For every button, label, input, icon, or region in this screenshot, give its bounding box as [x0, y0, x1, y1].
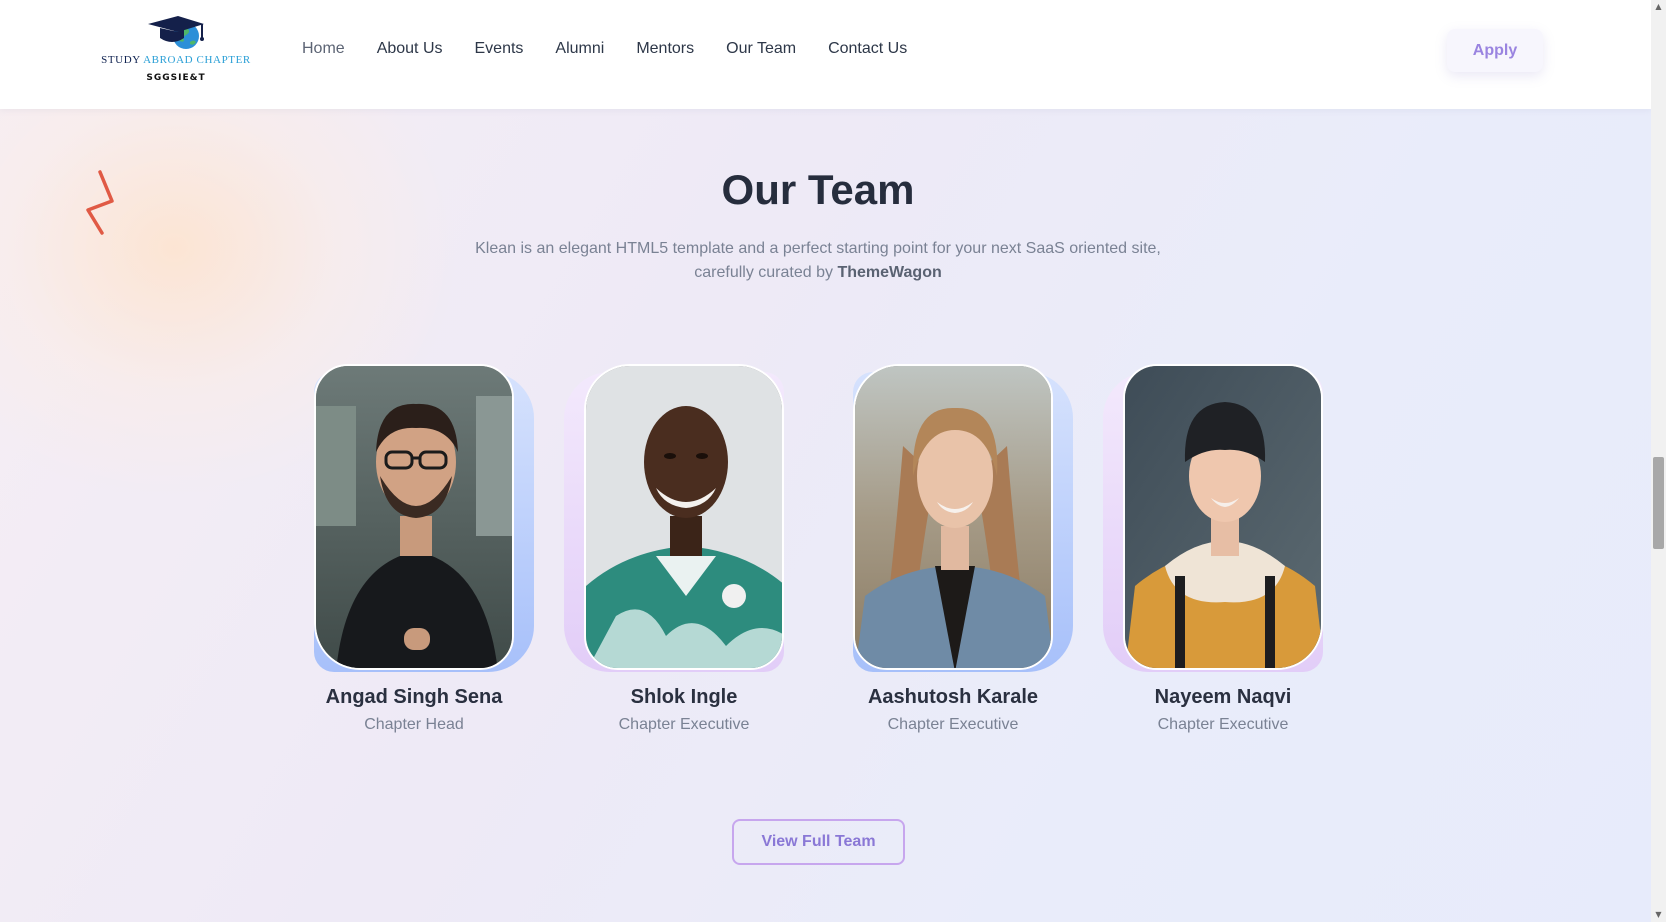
member-role: Chapter Head: [364, 716, 464, 733]
member-photo-image: [586, 366, 782, 668]
member-role: Chapter Executive: [618, 716, 750, 733]
scrollbar-thumb[interactable]: [1653, 457, 1664, 549]
member-photo: [1123, 364, 1323, 670]
team-card[interactable]: Shlok Ingle Chapter Executive: [564, 364, 804, 734]
member-photo: [314, 364, 514, 670]
view-full-team-button[interactable]: View Full Team: [732, 819, 905, 865]
member-name: Shlok Ingle: [630, 686, 738, 708]
scroll-down-arrow-icon[interactable]: ▼: [1654, 910, 1663, 919]
scroll-up-arrow-icon[interactable]: ▲: [1654, 2, 1663, 11]
member-photo-image: [855, 366, 1051, 668]
member-name: Nayeem Naqvi: [1154, 686, 1292, 708]
team-card[interactable]: Nayeem Naqvi Chapter Executive: [1103, 364, 1343, 734]
member-photo: [853, 364, 1053, 670]
member-photo-image: [316, 366, 512, 668]
page-scrollbar[interactable]: ▲ ▼: [1651, 0, 1666, 922]
member-role: Chapter Executive: [887, 716, 1019, 733]
team-grid: Angad Singh Sena Chapter Head Shlok Ingl…: [0, 0, 1651, 922]
team-card[interactable]: Aashutosh Karale Chapter Executive: [833, 364, 1073, 734]
member-name: Aashutosh Karale: [867, 686, 1039, 708]
member-photo-image: [1125, 366, 1321, 668]
member-role: Chapter Executive: [1157, 716, 1289, 733]
team-card[interactable]: Angad Singh Sena Chapter Head: [294, 364, 534, 734]
member-name: Angad Singh Sena: [325, 686, 503, 708]
member-photo: [584, 364, 784, 670]
